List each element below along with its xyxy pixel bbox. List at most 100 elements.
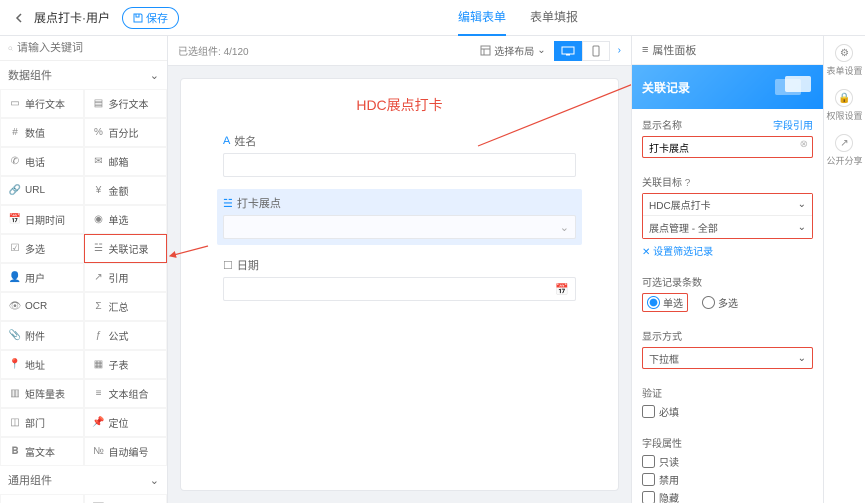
- group-data-components[interactable]: 数据组件 ⌄: [0, 61, 167, 89]
- component-icon: 👤: [9, 272, 21, 284]
- component-icon: ¥: [93, 185, 105, 197]
- rail-form-settings[interactable]: ⚙表单设置: [826, 44, 862, 77]
- chevron-down-icon: ⌄: [798, 222, 806, 233]
- component-OCR[interactable]: 👁OCR: [0, 292, 84, 321]
- component-汇总[interactable]: Σ汇总: [84, 292, 168, 321]
- component-icon: ✉: [93, 156, 105, 168]
- save-button[interactable]: 保存: [122, 7, 179, 29]
- property-panel: ≡属性面板 关联记录 显示名称 字段引用 ⊗ 关联目标 ? HDC展点: [631, 36, 823, 503]
- date-input[interactable]: 📅: [223, 277, 576, 301]
- tab-fill-form[interactable]: 表单填报: [530, 0, 578, 36]
- radio-multi[interactable]: 多选: [702, 295, 738, 310]
- component-文本组合[interactable]: ≡文本组合: [84, 379, 168, 408]
- gear-icon: ⚙: [835, 44, 853, 62]
- component-自动编号[interactable]: №自动编号: [84, 437, 168, 466]
- chevron-down-icon: ⌄: [798, 199, 806, 210]
- mobile-view-button[interactable]: [582, 41, 610, 61]
- component-icon: #: [9, 127, 21, 139]
- component-金额[interactable]: ¥金额: [84, 176, 168, 205]
- chevron-down-icon: ⌄: [537, 45, 545, 56]
- component-子表[interactable]: ▦子表: [84, 350, 168, 379]
- component-icon: Σ: [93, 301, 105, 313]
- component-数值[interactable]: #数值: [0, 118, 84, 147]
- chevron-down-icon: ⌄: [560, 221, 569, 234]
- component-icon: 📌: [93, 417, 105, 429]
- component-地址[interactable]: 📍地址: [0, 350, 84, 379]
- property-banner: 关联记录: [632, 65, 823, 109]
- component-公式[interactable]: ƒ公式: [84, 321, 168, 350]
- viewport-toggle: [554, 41, 610, 61]
- checkbox-readonly[interactable]: 只读: [642, 454, 813, 469]
- target-form-select[interactable]: HDC展点打卡⌄: [643, 194, 812, 216]
- component-单行文本[interactable]: ▭单行文本: [0, 89, 84, 118]
- page-title: 展点打卡·用户: [34, 9, 110, 26]
- component-多行文本[interactable]: ▤多行文本: [84, 89, 168, 118]
- name-input[interactable]: [223, 153, 576, 177]
- component-search[interactable]: [0, 36, 167, 61]
- component-单选[interactable]: ◉单选: [84, 205, 168, 234]
- component-矩阵量表[interactable]: ▥矩阵量表: [0, 379, 84, 408]
- component-icon: ▥: [9, 388, 21, 400]
- expand-button[interactable]: ›: [618, 45, 621, 56]
- component-关联记录[interactable]: ☱关联记录: [84, 234, 168, 263]
- rail-permission-settings[interactable]: 🔒权限设置: [826, 89, 862, 122]
- component-富文本[interactable]: 𝐁富文本: [0, 437, 84, 466]
- checkbox-required[interactable]: 必填: [642, 404, 813, 419]
- field-name[interactable]: A姓名: [223, 133, 576, 177]
- checkbox-disabled[interactable]: 禁用: [642, 472, 813, 487]
- component-邮箱[interactable]: ✉邮箱: [84, 147, 168, 176]
- display-name-input[interactable]: [642, 136, 813, 158]
- field-date[interactable]: ☐日期 📅: [223, 257, 576, 301]
- component-icon: 🔗: [9, 185, 21, 197]
- component-panel: 数据组件 ⌄ ▭单行文本▤多行文本#数值%百分比✆电话✉邮箱🔗URL¥金额📅日期…: [0, 36, 168, 503]
- field-ref-link[interactable]: 字段引用: [773, 117, 813, 132]
- component-定位[interactable]: 📌定位: [84, 408, 168, 437]
- component-附件[interactable]: 📎附件: [0, 321, 84, 350]
- form-canvas[interactable]: HDC展点打卡 A姓名 ☱打卡展点 ⌄ ☐日期 📅: [180, 78, 619, 491]
- tab-edit-form[interactable]: 编辑表单: [458, 0, 506, 36]
- component-引用[interactable]: ↗引用: [84, 263, 168, 292]
- property-panel-header: ≡属性面板: [632, 36, 823, 65]
- layout-dropdown[interactable]: 选择布局 ⌄: [480, 43, 545, 58]
- component-电话[interactable]: ✆电话: [0, 147, 84, 176]
- back-button[interactable]: [8, 7, 30, 29]
- share-icon: ↗: [835, 134, 853, 152]
- component-icon: ▤: [93, 98, 105, 110]
- component-icon: ☑: [9, 243, 21, 255]
- component-icon: ƒ: [93, 330, 105, 342]
- chevron-down-icon: ⌄: [150, 69, 159, 82]
- top-bar: 展点打卡·用户 保存 编辑表单 表单填报: [0, 0, 865, 36]
- canvas-toolbar: 已选组件: 4/120 选择布局 ⌄: [168, 36, 631, 66]
- component-标题[interactable]: T标题: [0, 494, 84, 503]
- component-日期时间[interactable]: 📅日期时间: [0, 205, 84, 234]
- component-用户[interactable]: 👤用户: [0, 263, 84, 292]
- display-style-select[interactable]: 下拉框⌄: [642, 347, 813, 369]
- component-icon: 📍: [9, 359, 21, 371]
- component-百分比[interactable]: %百分比: [84, 118, 168, 147]
- main-tabs: 编辑表单 表单填报: [458, 0, 578, 36]
- component-icon: ▦: [93, 359, 105, 371]
- lock-icon: 🔒: [835, 89, 853, 107]
- component-icon: 📎: [9, 330, 21, 342]
- checkbox-hidden[interactable]: 隐藏: [642, 490, 813, 503]
- chevron-down-icon: ⌄: [150, 474, 159, 487]
- clear-icon[interactable]: ⊗: [800, 139, 808, 150]
- chevron-down-icon: ⌄: [798, 353, 806, 364]
- rail-public-share[interactable]: ↗公开分享: [826, 134, 862, 167]
- calendar-icon: 📅: [555, 283, 569, 296]
- search-input[interactable]: [17, 42, 159, 54]
- filter-settings-link[interactable]: ✕ 设置筛选记录: [642, 243, 713, 258]
- desktop-view-button[interactable]: [554, 41, 582, 61]
- field-checkin-spot[interactable]: ☱打卡展点 ⌄: [217, 189, 582, 245]
- component-图文展示[interactable]: 🖼图文展示: [84, 494, 168, 503]
- component-多选[interactable]: ☑多选: [0, 234, 84, 263]
- component-icon: 𝐁: [9, 446, 21, 458]
- target-view-select[interactable]: 展点管理 - 全部⌄: [643, 216, 812, 238]
- group-general-components[interactable]: 通用组件 ⌄: [0, 466, 167, 494]
- canvas-area: 已选组件: 4/120 选择布局 ⌄: [168, 36, 631, 503]
- radio-single[interactable]: 单选: [642, 293, 688, 312]
- component-URL[interactable]: 🔗URL: [0, 176, 84, 205]
- help-icon[interactable]: ?: [685, 178, 691, 189]
- spot-select[interactable]: ⌄: [223, 215, 576, 239]
- component-部门[interactable]: ◫部门: [0, 408, 84, 437]
